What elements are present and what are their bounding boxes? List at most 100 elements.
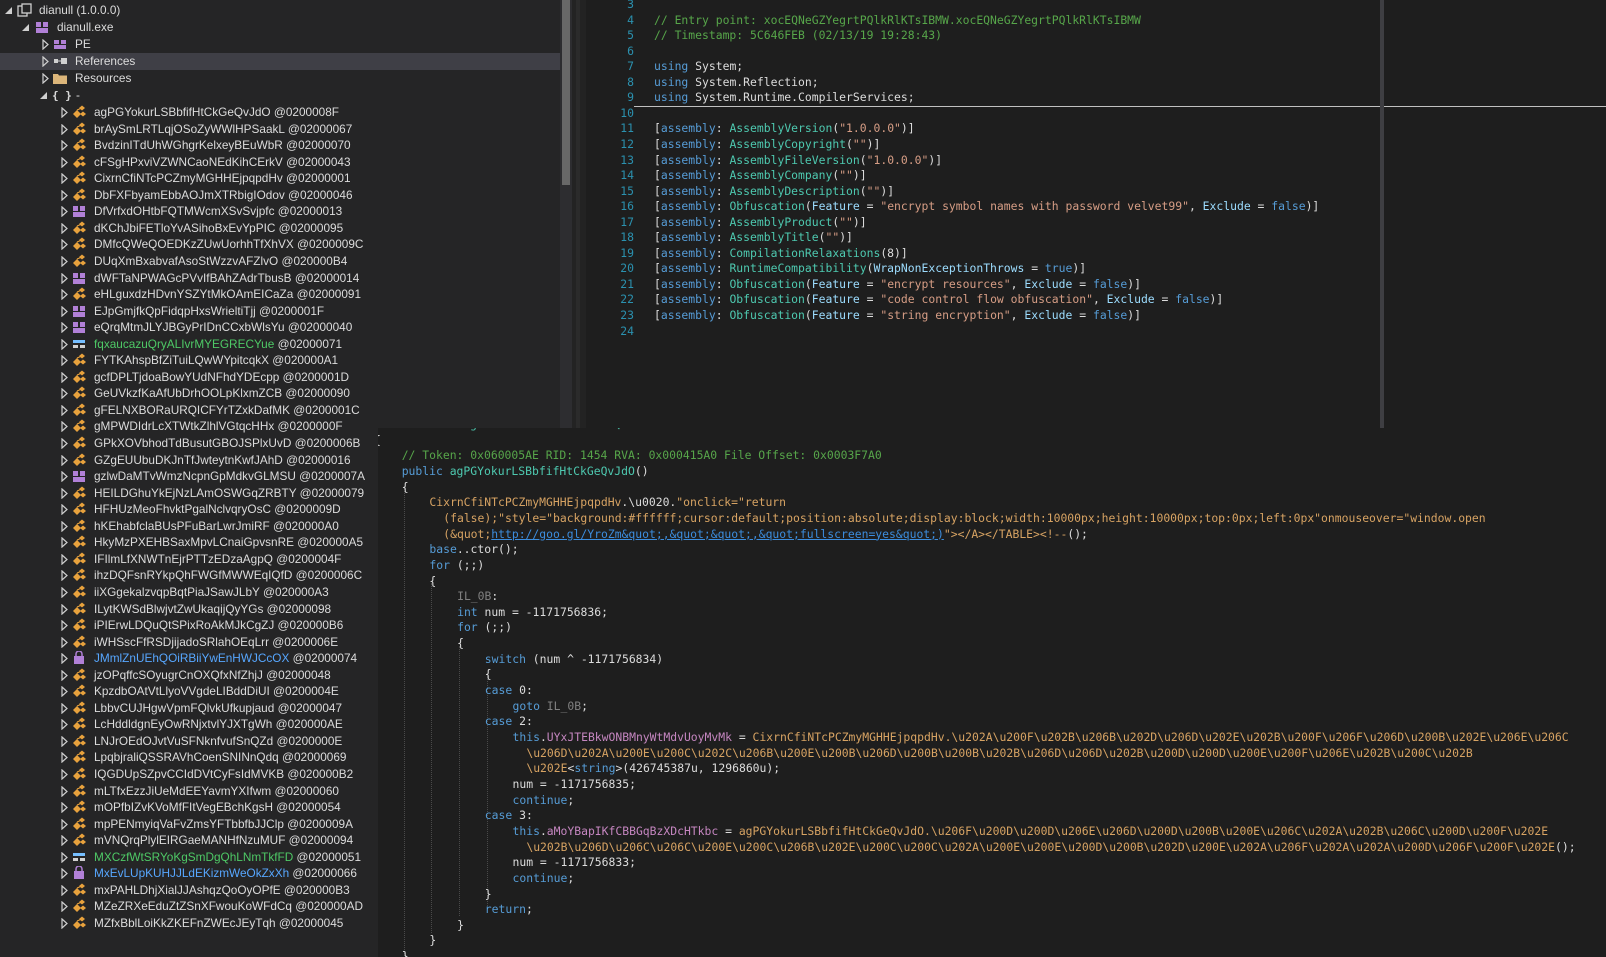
tree-item-type[interactable]: FYTKAhspBfZiTuiLQwWYpitcqkX @020000A1 (0, 352, 560, 369)
type-name: ihzDQFsnRYkpQhFWGfMWWEqIQfD (94, 568, 293, 583)
tree-item-type[interactable]: gcfDPLTjdoaBowYUdNFhdYDEcpp @0200001D (0, 369, 560, 386)
tree-item-type[interactable]: eQrqMtmJLYJBGyPrIDnCCxbWlsYu @02000040 (0, 319, 560, 336)
expand-arrow-icon[interactable] (41, 73, 51, 84)
expand-arrow-icon[interactable] (60, 537, 70, 549)
tree-item-type[interactable]: brAySmLRTLqjOSoZyWWlHPSaakL @02000067 (0, 121, 560, 138)
expand-arrow-icon[interactable] (60, 140, 70, 152)
tree-item-type[interactable]: DMfcQWeQOEDKzZUwUorhhTfXhVX @0200009C (0, 236, 560, 253)
tree-item-type[interactable]: agPGYokurLSBbfifHtCkGeQvJdO @0200008F (0, 104, 560, 121)
tree-item-type[interactable]: dWFTaNPWAGcPVvIfBAhZAdrTbusB @02000014 (0, 270, 560, 287)
collapse-arrow-icon[interactable] (4, 5, 14, 16)
expand-arrow-icon[interactable] (60, 421, 70, 433)
tree-item-pe[interactable]: PE (0, 36, 560, 53)
expand-arrow-icon[interactable] (60, 917, 70, 929)
tree-item-type[interactable]: DbFXFbyamEbbAOJmXTRbigIOdov @02000046 (0, 187, 560, 204)
expand-arrow-icon[interactable] (60, 570, 70, 582)
expand-arrow-icon[interactable] (60, 189, 70, 201)
tree-item-namespace[interactable]: { } - (0, 87, 560, 104)
expand-arrow-icon[interactable] (60, 404, 70, 416)
expand-arrow-icon[interactable] (60, 553, 70, 565)
expand-arrow-icon[interactable] (60, 719, 70, 731)
expand-arrow-icon[interactable] (60, 851, 70, 863)
code-token: agPGYokurLSBbfifHtCkGeQvJdO (456, 428, 648, 431)
expand-arrow-icon[interactable] (60, 239, 70, 251)
expand-arrow-icon[interactable] (60, 322, 70, 334)
expand-arrow-icon[interactable] (60, 785, 70, 797)
expand-arrow-icon[interactable] (60, 636, 70, 648)
code-token: IL_0B (546, 698, 582, 713)
tree-item-type[interactable]: dKChJbiFETloYvASihoBxEvYpPIC @02000095 (0, 220, 560, 237)
editor-scrollbar[interactable] (1380, 0, 1384, 430)
expand-arrow-icon[interactable] (60, 338, 70, 350)
expand-arrow-icon[interactable] (60, 702, 70, 714)
tree-item-type[interactable]: BvdzinITdUhWGhgrKelxeyBEuWbR @02000070 (0, 137, 560, 154)
code-token: [ (654, 245, 661, 260)
expand-arrow-icon[interactable] (60, 686, 70, 698)
type-label: HEILDGhuYkEjNzLAmOSWGqZRBTY @02000079 (94, 485, 364, 502)
tree-item-type[interactable]: EJpGmjfkQpFidqpHxsWrieltiTjj @0200001F (0, 303, 560, 320)
tree-item-resources[interactable]: Resources (0, 70, 560, 87)
expand-arrow-icon[interactable] (60, 802, 70, 814)
expand-arrow-icon[interactable] (60, 901, 70, 913)
expand-arrow-icon[interactable] (60, 603, 70, 615)
expand-arrow-icon[interactable] (60, 504, 70, 516)
line-content: using System.Reflection; (654, 74, 819, 90)
class-code-editor[interactable]: public class agPGYokurLSBbfifHtCkGeQvJdO… (378, 428, 1606, 957)
expand-arrow-icon[interactable] (60, 818, 70, 830)
expand-arrow-icon[interactable] (60, 355, 70, 367)
tree-item-module[interactable]: dianull.exe (0, 19, 560, 36)
expand-arrow-icon[interactable] (60, 289, 70, 301)
assembly-info-editor[interactable]: 3 4 // Entry point: xocEQNeGZYegrtPQlkRlKT… (586, 0, 1606, 430)
code-token: num = -1171756836; (477, 604, 608, 619)
expand-arrow-icon[interactable] (60, 752, 70, 764)
expand-arrow-icon[interactable] (60, 653, 70, 665)
tree-item-type[interactable]: DfVrfxdOHtbFQTMWcmXSvSvjpfc @02000013 (0, 203, 560, 220)
expand-arrow-icon[interactable] (60, 735, 70, 747)
expand-arrow-icon[interactable] (60, 884, 70, 896)
class-icon (71, 353, 87, 368)
expand-arrow-icon[interactable] (60, 255, 70, 267)
code-token: : (715, 136, 730, 151)
expand-arrow-icon[interactable] (60, 272, 70, 284)
expand-arrow-icon[interactable] (60, 388, 70, 400)
tree-item-type[interactable]: gFELNXBORaURQICFYrTZxkDafMK @0200001C (0, 402, 560, 419)
expand-arrow-icon[interactable] (60, 222, 70, 234)
expand-arrow-icon[interactable] (41, 39, 51, 50)
expand-arrow-icon[interactable] (60, 371, 70, 383)
expand-arrow-icon[interactable] (60, 669, 70, 681)
type-label: GeUVkzfKaAfUbDrhOOLpKlxmZCB @02000090 (94, 385, 350, 402)
expand-arrow-icon[interactable] (60, 305, 70, 317)
tree-item-type[interactable]: GeUVkzfKaAfUbDrhOOLpKlxmZCB @02000090 (0, 385, 560, 402)
expand-arrow-icon[interactable] (60, 586, 70, 598)
indent-guide (431, 583, 433, 933)
tree-item-type[interactable]: DUqXmBxabvafAsoStWzzvAFZlvO @020000B4 (0, 253, 560, 270)
expand-arrow-icon[interactable] (60, 471, 70, 483)
expand-arrow-icon[interactable] (41, 56, 51, 67)
tree-item-type[interactable]: cFSgHPxviVZWNCaoNEdKihCErkV @02000043 (0, 154, 560, 171)
expand-arrow-icon[interactable] (60, 487, 70, 499)
collapse-arrow-icon[interactable] (21, 22, 31, 33)
expand-arrow-icon[interactable] (60, 206, 70, 218)
tree-item-type[interactable]: CixrnCfiNTcPCZmyMGHHEjpqpdHv @02000001 (0, 170, 560, 187)
tree-item-assembly-root[interactable]: dianull (1.0.0.0) (0, 2, 560, 19)
expand-arrow-icon[interactable] (60, 620, 70, 632)
expand-arrow-icon[interactable] (60, 454, 70, 466)
collapse-arrow-icon[interactable] (39, 90, 49, 101)
code-token: assembly (660, 168, 716, 183)
expand-arrow-icon[interactable] (60, 835, 70, 847)
tree-item-type[interactable]: eHLguxdzHDvnYSZYtMkOAmEICaZa @02000091 (0, 286, 560, 303)
expand-arrow-icon[interactable] (60, 107, 70, 118)
tree-item-type[interactable]: fqxaucazuQryALIvrMYEGRECYue @02000071 (0, 336, 560, 353)
expand-arrow-icon[interactable] (60, 438, 70, 449)
code-line: 11 [assembly: AssemblyVersion("1.0.0.0")] (586, 120, 1586, 136)
tree-item-references[interactable]: References (0, 53, 560, 70)
code-token: ; (567, 870, 575, 885)
expand-arrow-icon[interactable] (60, 156, 70, 168)
tree-scrollbar-thumb[interactable] (562, 0, 570, 185)
expand-arrow-icon[interactable] (60, 520, 70, 532)
expand-arrow-icon[interactable] (60, 769, 70, 780)
expand-arrow-icon[interactable] (60, 868, 70, 880)
expand-arrow-icon[interactable] (60, 123, 70, 135)
expand-arrow-icon[interactable] (60, 173, 70, 185)
struct-icon (71, 304, 87, 319)
